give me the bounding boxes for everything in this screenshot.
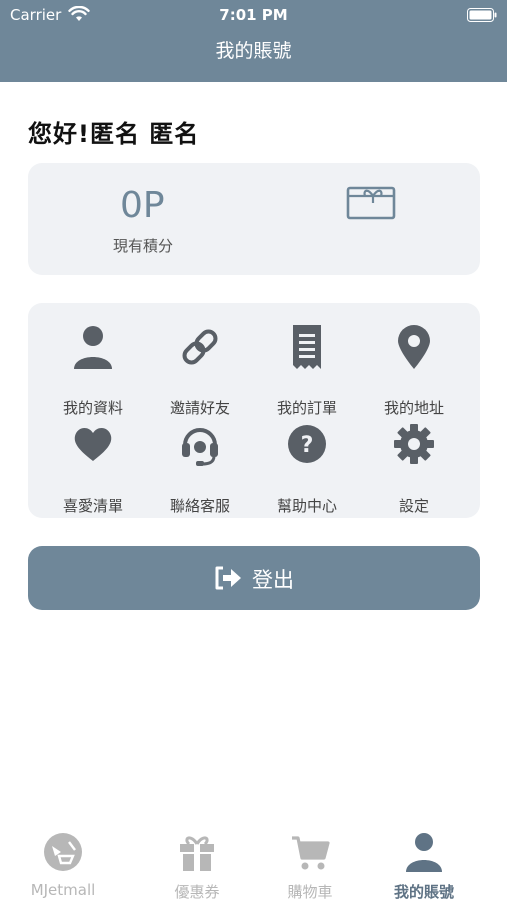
tab-coupons[interactable]: 優惠券 — [134, 820, 260, 900]
menu-item-label: 我的訂單 — [276, 399, 337, 417]
menu-grid: 我的資料 邀請好友 我的訂單 我的地址 喜愛清單 聯絡客服 ? 幫助中心 設定 — [28, 303, 480, 518]
menu-item-label: 邀請好友 — [169, 399, 230, 417]
page-title: 我的賬號 — [215, 40, 292, 62]
logout-button[interactable]: 登出 — [28, 546, 480, 610]
status-time: 7:01 PM — [219, 6, 288, 24]
user-icon — [406, 833, 442, 872]
menu-item-my-orders[interactable]: 我的訂單 — [252, 325, 362, 417]
status-bar: Carrier 7:01 PM — [0, 0, 507, 30]
logout-label: 登出 — [252, 568, 294, 592]
menu-item-wishlist[interactable]: 喜愛清單 — [38, 423, 148, 515]
points-value: 0P — [120, 185, 165, 226]
menu-item-my-profile[interactable]: 我的資料 — [38, 325, 148, 417]
menu-item-my-address[interactable]: 我的地址 — [359, 325, 469, 417]
points-label: 現有積分 — [113, 237, 174, 255]
gift-icon — [180, 836, 214, 871]
menu-item-invite-friends[interactable]: 邀請好友 — [145, 325, 255, 417]
menu-item-label: 我的資料 — [62, 399, 123, 417]
mjetmall-logo-icon — [44, 833, 82, 871]
tab-my-account[interactable]: 我的賬號 — [361, 820, 487, 900]
menu-item-label: 設定 — [398, 497, 429, 515]
tab-label: 購物車 — [287, 883, 333, 900]
user-icon — [74, 326, 112, 369]
tab-cart[interactable]: 購物車 — [247, 820, 373, 900]
cart-icon — [292, 836, 330, 870]
menu-item-help-center[interactable]: ? 幫助中心 — [252, 423, 362, 515]
menu-item-customer-service[interactable]: 聯絡客服 — [145, 423, 255, 515]
gear-icon — [394, 424, 434, 464]
menu-item-label: 幫助中心 — [276, 497, 337, 515]
ticket-icon[interactable] — [346, 185, 396, 221]
tab-label: 優惠券 — [174, 883, 220, 900]
tab-bar: MJetmall 優惠券 購物車 我的賬號 — [0, 820, 507, 900]
menu-item-label: 我的地址 — [383, 399, 444, 417]
heart-icon — [74, 427, 112, 461]
link-icon — [182, 329, 218, 365]
tab-label: MJetmall — [30, 881, 96, 899]
points-card[interactable]: 0P 現有積分 — [28, 163, 480, 275]
headset-icon — [182, 428, 218, 466]
menu-item-label: 聯絡客服 — [169, 497, 230, 515]
navigation-header: Carrier 7:01 PM 我的賬號 — [0, 0, 507, 82]
sign-out-icon — [215, 566, 241, 590]
tab-mjetmall[interactable]: MJetmall — [0, 820, 126, 900]
question-icon: ? — [288, 425, 326, 463]
battery-icon — [467, 8, 497, 22]
receipt-icon — [293, 325, 321, 369]
greeting-text: 您好!匿名 匿名 — [28, 120, 200, 148]
tab-label: 我的賬號 — [393, 883, 454, 900]
menu-item-settings[interactable]: 設定 — [359, 423, 469, 515]
svg-text:?: ? — [301, 433, 314, 458]
menu-item-label: 喜愛清單 — [62, 497, 123, 515]
map-pin-icon — [398, 325, 430, 369]
